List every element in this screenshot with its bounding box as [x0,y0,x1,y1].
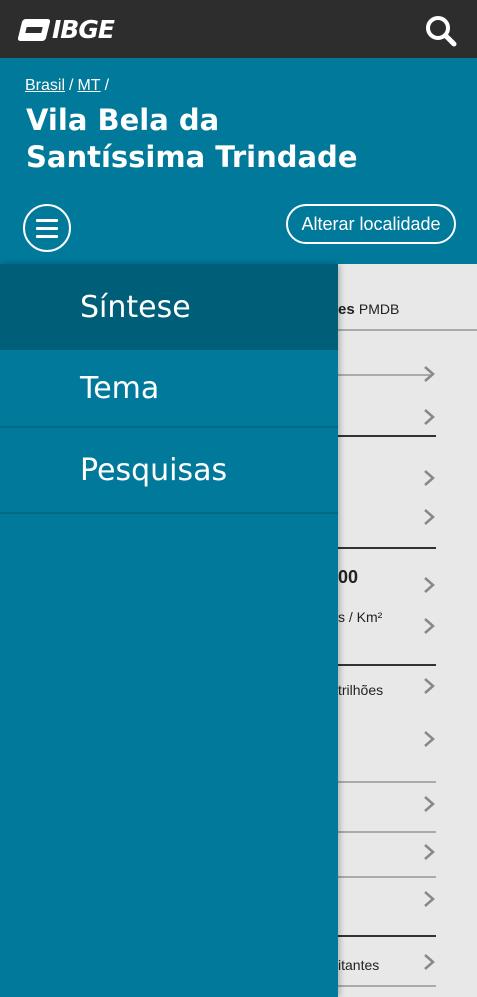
ibge-logo-mark-icon [17,19,51,41]
breadcrumb-link-mt[interactable]: MT [77,77,100,94]
density-unit: s / Km² [338,609,383,625]
top-bar: IBGE [0,0,477,58]
breadcrumb: Brasil / MT / [25,77,113,95]
divider [338,831,436,833]
page-title-line-1: Vila Bela da [26,103,220,137]
section-divider [338,664,436,666]
hamburger-icon [36,227,58,230]
mayor-party-text: es PMDB [338,301,400,318]
section-divider [338,547,436,549]
gdp-unit: trilhões [338,682,384,698]
chevron-right-icon[interactable] [422,678,436,694]
chevron-right-icon[interactable] [422,618,436,634]
logo-text: IBGE [52,15,115,44]
hamburger-icon [36,219,58,222]
breadcrumb-separator: / [104,77,110,94]
chevron-right-icon[interactable] [422,409,436,425]
page-title: Vila Bela da Santíssima Trindade [26,102,426,176]
ibge-logo[interactable]: IBGE [17,15,115,44]
chevron-right-icon[interactable] [422,891,436,907]
chevron-right-icon[interactable] [422,366,436,382]
chevron-right-icon[interactable] [422,796,436,812]
population-value: 00 [338,567,359,587]
drawer-item-pesquisas[interactable]: Pesquisas [0,428,338,512]
chevron-right-icon[interactable] [422,954,436,970]
menu-toggle-button[interactable] [23,204,71,252]
drawer-item-label: Pesquisas [80,452,228,488]
divider [338,876,436,878]
chevron-right-icon[interactable] [422,509,436,525]
chevron-right-icon[interactable] [422,577,436,593]
navigation-drawer: Síntese Tema Pesquisas [0,264,338,997]
page-title-line-2: Santíssima Trindade [26,140,358,174]
divider [338,985,436,987]
drawer-divider [0,512,338,514]
divider [338,329,477,331]
divider [338,781,436,783]
chevron-right-icon[interactable] [422,470,436,486]
drawer-item-sintese[interactable]: Síntese [0,264,338,350]
divider [338,374,430,376]
drawer-item-label: Síntese [80,289,191,325]
drawer-item-tema[interactable]: Tema [0,350,338,426]
breadcrumb-separator: / [69,77,74,94]
inhabitants-label: itantes [338,957,380,973]
search-icon[interactable] [425,15,457,47]
chevron-right-icon[interactable] [422,844,436,860]
section-divider [338,435,436,437]
chevron-right-icon[interactable] [422,731,436,747]
drawer-item-label: Tema [80,370,160,406]
location-header: Brasil / MT / Vila Bela da Santíssima Trind… [0,58,477,264]
change-location-button[interactable]: Alterar localidade [286,204,456,244]
section-divider [338,935,436,937]
hamburger-icon [36,235,58,238]
breadcrumb-link-brasil[interactable]: Brasil [25,77,65,94]
